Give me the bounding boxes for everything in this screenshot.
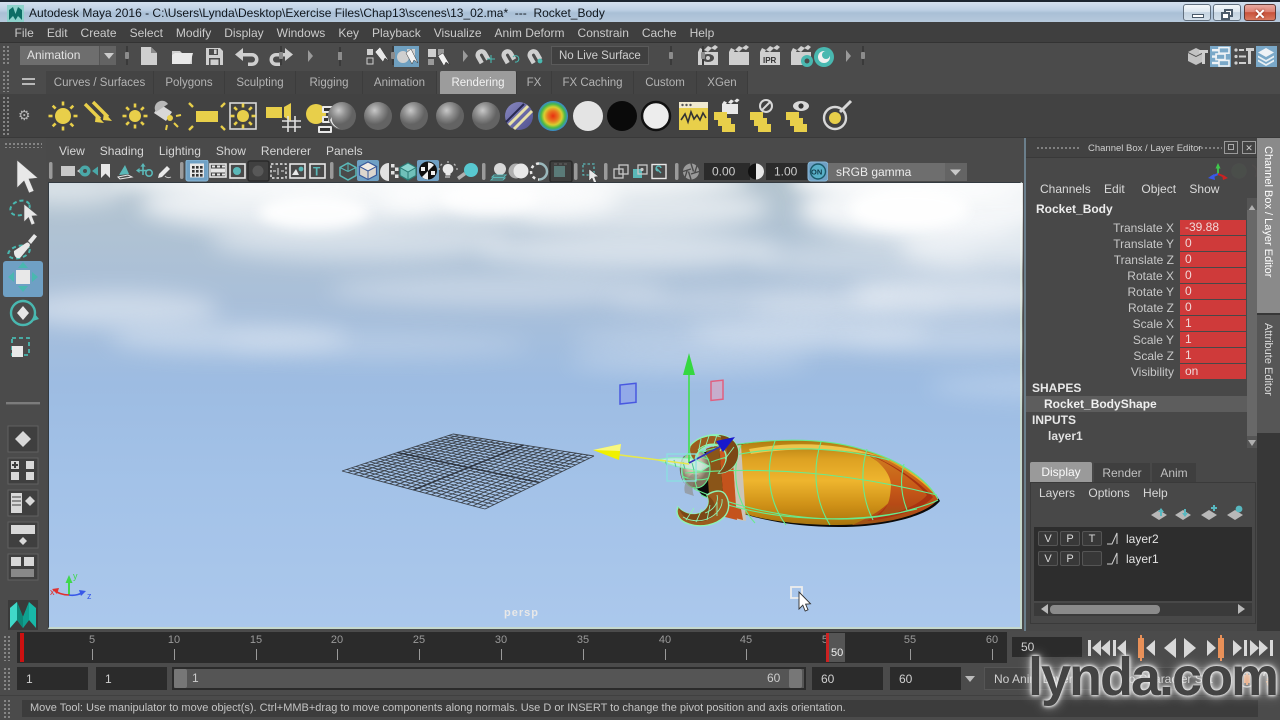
svg-text:y: y: [73, 571, 78, 581]
svg-text:0.00: 0.00: [712, 165, 736, 179]
svg-text:z: z: [87, 591, 92, 601]
svg-text:x: x: [50, 587, 55, 597]
svg-text:IPR: IPR: [763, 56, 777, 65]
svg-text:ON: ON: [811, 168, 822, 177]
svg-text:T: T: [313, 165, 321, 179]
svg-text:1.00: 1.00: [774, 165, 798, 179]
svg-text:sRGB gamma: sRGB gamma: [836, 165, 912, 179]
